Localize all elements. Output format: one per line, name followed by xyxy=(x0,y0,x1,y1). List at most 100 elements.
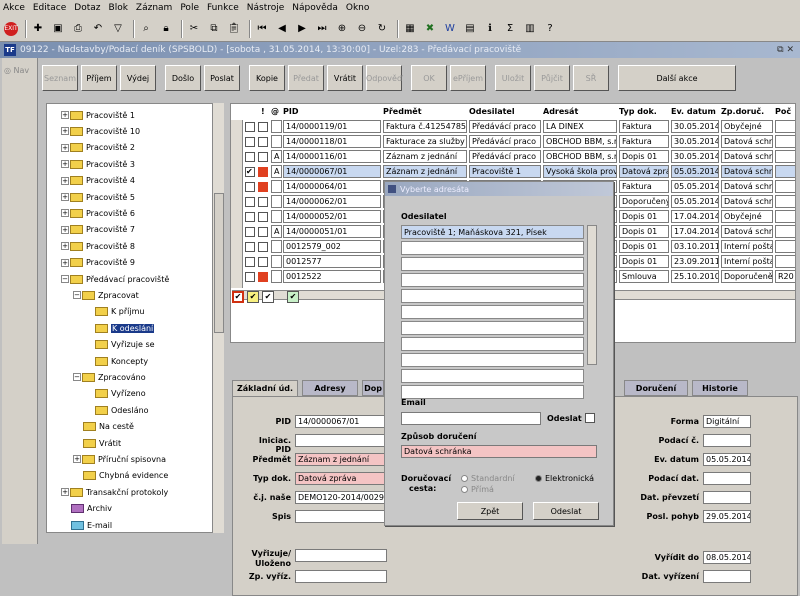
exit-icon[interactable]: EXIT xyxy=(4,21,18,36)
expand-icon[interactable]: + xyxy=(61,143,69,152)
priority-checkbox[interactable] xyxy=(258,197,268,207)
tree-node[interactable]: Odesláno xyxy=(85,403,149,417)
cell-ev[interactable]: 03.10.2011 xyxy=(671,240,719,253)
cell-poc[interactable] xyxy=(775,150,795,163)
tab[interactable]: Historie xyxy=(692,380,748,396)
tree-node[interactable]: + Pracoviště 7 xyxy=(61,223,135,237)
attachment-cell[interactable] xyxy=(271,240,282,253)
tree-node[interactable]: + Pracoviště 3 xyxy=(61,157,135,171)
tree-node[interactable]: − Zpracovat xyxy=(73,288,139,302)
expand-icon[interactable]: + xyxy=(73,455,81,464)
action-button[interactable]: Předat xyxy=(288,65,324,91)
ev-datum-field[interactable]: 05.05.2014 xyxy=(703,453,751,466)
odesilatel-list-item[interactable] xyxy=(401,241,584,255)
cell-predmet[interactable]: Faktura č.41254785 xyxy=(383,120,467,133)
tree-node[interactable]: E-mail xyxy=(61,518,112,532)
tree-node[interactable]: + Pracoviště 5 xyxy=(61,190,135,204)
first-record-icon[interactable]: ⏮ xyxy=(254,21,270,37)
attachment-cell[interactable]: A xyxy=(271,225,282,238)
tree-scrollbar-thumb[interactable] xyxy=(214,193,224,333)
cell-ev[interactable]: 17.04.2014 xyxy=(671,225,719,238)
tree-node[interactable]: K příjmu xyxy=(85,305,144,319)
cell-poc[interactable] xyxy=(775,165,795,178)
menu-item[interactable]: Editace xyxy=(33,3,66,13)
word-icon[interactable]: W xyxy=(442,21,458,37)
last-record-icon[interactable]: ⏭ xyxy=(314,21,330,37)
cell-pid[interactable]: 14/0000062/01 xyxy=(283,195,381,208)
dat-prevzeti-field[interactable] xyxy=(703,491,751,504)
odesilatel-list-item[interactable] xyxy=(401,385,584,399)
podaci-c-field[interactable] xyxy=(703,434,751,447)
odesilatel-list-scrollbar[interactable] xyxy=(587,225,597,365)
grid-vertical-scrollbar[interactable] xyxy=(231,120,243,288)
cell-ev[interactable]: 30.05.2014 xyxy=(671,150,719,163)
action-button[interactable]: SŘ xyxy=(573,65,609,91)
attachment-cell[interactable] xyxy=(271,210,282,223)
spis-field[interactable] xyxy=(295,510,387,523)
cell-zp[interactable]: Datová schrá xyxy=(721,165,773,178)
cell-ev[interactable]: 05.05.2014 xyxy=(671,180,719,193)
cell-pid[interactable]: 0012577 xyxy=(283,255,381,268)
cell-typ[interactable]: Faktura xyxy=(619,120,669,133)
attachment-cell[interactable] xyxy=(271,135,282,148)
sum-icon[interactable]: Σ xyxy=(502,21,518,37)
odesilatel-list-item[interactable] xyxy=(401,321,584,335)
odesilatel-list-item[interactable] xyxy=(401,289,584,303)
menu-item[interactable]: Nástroje xyxy=(247,3,285,13)
dat-vyrizeni-field[interactable] xyxy=(703,570,751,583)
expand-icon[interactable]: + xyxy=(61,127,69,136)
zp-vyriz-field[interactable] xyxy=(295,570,387,583)
cell-ev[interactable]: 05.05.2014 xyxy=(671,195,719,208)
collapse-icon[interactable]: − xyxy=(73,373,81,382)
vyrizuje-field[interactable] xyxy=(295,549,387,562)
priority-checkbox[interactable] xyxy=(258,242,268,252)
cell-predmet[interactable]: Záznam z jednání xyxy=(383,150,467,163)
cell-pid[interactable]: 14/0000116/01 xyxy=(283,150,381,163)
cell-zp[interactable]: Datová schrá xyxy=(721,225,773,238)
column-header-odesilatel[interactable]: Odesilatel xyxy=(469,104,541,118)
cell-typ[interactable]: Dopis 01 xyxy=(619,255,669,268)
cell-typ[interactable]: Smlouva xyxy=(619,270,669,283)
cell-ev[interactable]: 23.09.2011 xyxy=(671,255,719,268)
tab[interactable]: Dop xyxy=(362,380,384,396)
cell-typ[interactable]: Datová zpráv xyxy=(619,165,669,178)
row-select-checkbox[interactable] xyxy=(245,152,255,162)
undo-icon[interactable]: ↶ xyxy=(90,21,106,37)
row-select-checkbox[interactable] xyxy=(245,257,255,267)
tree-node[interactable]: Archiv xyxy=(61,502,112,516)
nav-panel[interactable]: ◎ Nav xyxy=(2,58,38,544)
odesilatel-list-item[interactable] xyxy=(401,305,584,319)
row-select-checkbox[interactable] xyxy=(245,227,255,237)
tree-node[interactable]: Na cestě xyxy=(73,420,134,434)
row-select-checkbox[interactable] xyxy=(245,197,255,207)
cell-ev[interactable]: 17.04.2014 xyxy=(671,210,719,223)
expand-icon[interactable]: + xyxy=(61,160,69,169)
column-header-pid[interactable]: PID xyxy=(283,104,381,118)
action-button[interactable]: Další akce xyxy=(618,65,736,91)
expand-icon[interactable]: + xyxy=(61,225,69,234)
menu-item[interactable]: Akce xyxy=(3,3,25,13)
print-icon[interactable]: ⎙ xyxy=(70,21,86,37)
cell-pid[interactable]: 14/0000064/01 xyxy=(283,180,381,193)
cell-poc[interactable] xyxy=(775,240,795,253)
row-select-checkbox[interactable]: ✔ xyxy=(245,167,255,177)
cell-typ[interactable]: Faktura xyxy=(619,180,669,193)
action-button[interactable]: Výdej xyxy=(120,65,156,91)
cell-typ[interactable]: Dopis 01 xyxy=(619,210,669,223)
delete-record-icon[interactable]: ⊖ xyxy=(354,21,370,37)
attachment-cell[interactable] xyxy=(271,180,282,193)
cell-odesilatel[interactable]: Pracoviště 1 xyxy=(469,165,541,178)
cell-pid[interactable]: 14/0000118/01 xyxy=(283,135,381,148)
odeslat-checkbox[interactable] xyxy=(585,413,595,423)
cell-predmet[interactable]: Záznam z jednání xyxy=(383,165,467,178)
cell-typ[interactable]: Doporučený xyxy=(619,195,669,208)
priority-checkbox[interactable] xyxy=(258,227,268,237)
tree-node[interactable]: Chybná evidence xyxy=(73,469,168,483)
cell-pid[interactable]: 14/0000052/01 xyxy=(283,210,381,223)
radio-elektronicka[interactable]: Elektronická xyxy=(535,474,594,483)
grid-icon[interactable]: ▦ xyxy=(402,21,418,37)
menu-item[interactable]: Okno xyxy=(346,3,370,13)
chart-icon[interactable]: ▤ xyxy=(462,21,478,37)
zpet-button[interactable]: Zpět xyxy=(457,502,523,520)
tree-node[interactable]: + Příruční spisovna xyxy=(73,452,166,466)
